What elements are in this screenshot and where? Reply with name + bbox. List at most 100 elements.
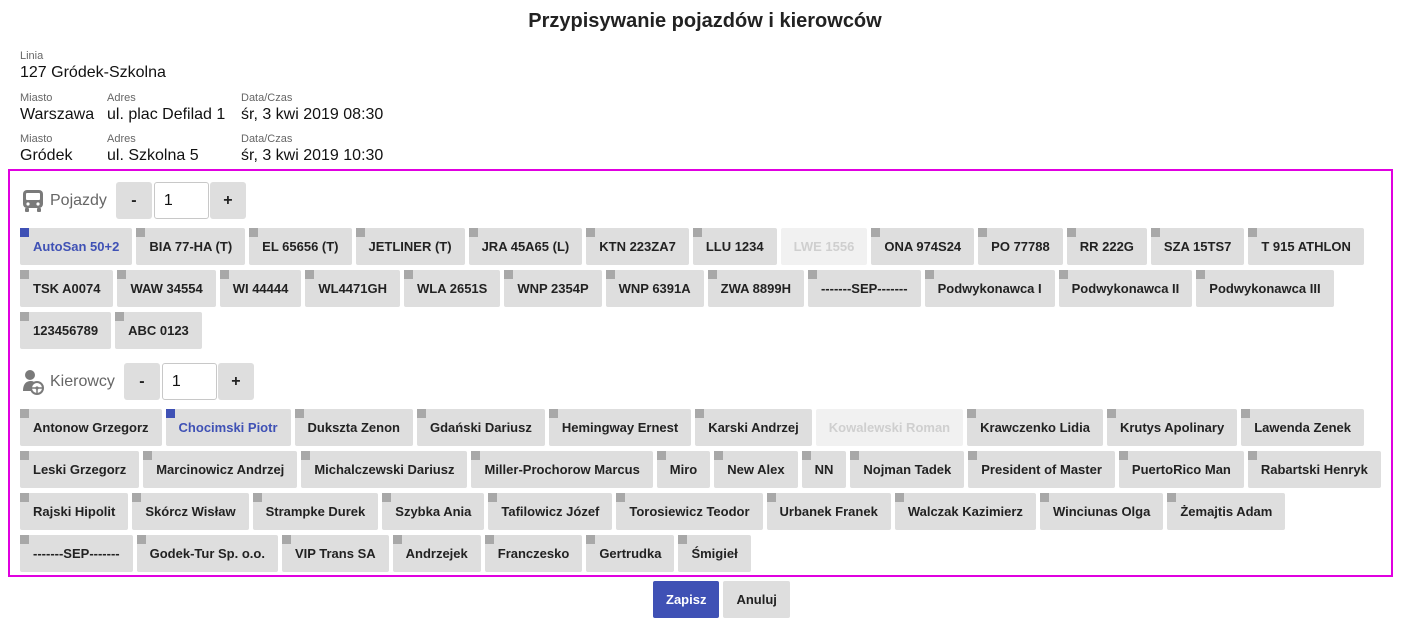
selection-indicator-icon [1058,270,1068,279]
driver-chip[interactable]: -------SEP------- [20,535,133,572]
driver-chip[interactable]: Michalczewski Dariusz [301,451,468,488]
driver-chip[interactable]: Chocimski Piotr [165,409,291,446]
vehicle-chip[interactable]: Podwykonawca III [1196,270,1334,307]
vehicle-chip[interactable]: JRA 45A65 (L) [468,228,583,265]
vehicle-chip[interactable]: EL 65656 (T) [249,228,352,265]
vehicle-chip[interactable]: Podwykonawca I [924,270,1055,307]
driver-chip[interactable]: Winciunas Olga [1039,493,1164,530]
selection-indicator-icon [605,270,615,279]
driver-chip[interactable]: Lawenda Zenek [1241,409,1365,446]
selection-indicator-icon [871,228,881,237]
driver-chip[interactable]: Leski Grzegorz [20,451,140,488]
driver-chip-label: Antonow Grzegorz [33,420,149,435]
vehicle-chip[interactable]: WNP 6391A [605,270,704,307]
driver-chip[interactable]: Karski Andrzej [695,409,812,446]
vehicle-chip[interactable]: SZA 15TS7 [1150,228,1245,265]
driver-chip-label: Michalczewski Dariusz [314,462,455,477]
driver-chip[interactable]: Tafilowicz Józef [488,493,613,530]
save-button[interactable]: Zapisz [653,581,720,618]
vehicle-chip[interactable]: BIA 77-HA (T) [136,228,246,265]
address-label: Adres [107,92,136,104]
datetime-cell: Data/Czas śr, 3 kwi 2019 10:30 [241,133,383,166]
vehicle-chip[interactable]: ABC 0123 [115,312,202,349]
vehicle-chip[interactable]: -------SEP------- [807,270,921,307]
vehicle-chip[interactable]: AutoSan 50+2 [20,228,133,265]
driver-chip[interactable]: Krutys Apolinary [1106,409,1238,446]
vehicle-chip[interactable]: RR 222G [1066,228,1147,265]
driver-chip[interactable]: Miro [656,451,711,488]
vehicle-chip[interactable]: WNP 2354P [504,270,602,307]
driver-chip[interactable]: Dukszta Zenon [294,409,413,446]
driver-chip[interactable]: Antonow Grzegorz [20,409,162,446]
vehicle-chip[interactable]: TSK A0074 [20,270,114,307]
vehicle-chip[interactable]: WAW 34554 [117,270,216,307]
vehicle-chip[interactable]: JETLINER (T) [355,228,465,265]
vehicle-chip[interactable]: T 915 ATHLON [1248,228,1364,265]
driver-chip[interactable]: Torosiewicz Teodor [616,493,763,530]
vehicles-count-input[interactable] [153,182,209,219]
vehicle-chip[interactable]: PO 77788 [978,228,1063,265]
drivers-increment-button[interactable]: + [217,363,254,400]
cancel-button[interactable]: Anuluj [723,581,790,618]
vehicle-chip-label: 123456789 [33,323,99,338]
selection-indicator-icon [488,493,498,502]
driver-chip[interactable]: Rabartski Henryk [1247,451,1381,488]
driver-chip[interactable]: Walczak Kazimierz [894,493,1036,530]
driver-chip[interactable]: Franczesko [484,535,583,572]
driver-chip-label: Dukszta Zenon [307,420,400,435]
driver-chip[interactable]: Szybka Ania [382,493,485,530]
driver-chip[interactable]: Skórcz Wisław [132,493,249,530]
driver-chip: Kowalewski Roman [815,409,964,446]
driver-chip-label: -------SEP------- [33,546,120,561]
vehicle-chip[interactable]: 123456789 [20,312,112,349]
selection-indicator-icon [1150,228,1160,237]
selection-indicator-icon [924,270,934,279]
vehicles-decrement-button[interactable]: - [115,182,152,219]
city-cell: Miasto Warszawa [20,92,94,125]
selection-indicator-icon [807,270,817,279]
driver-chip[interactable]: Nojman Tadek [850,451,965,488]
driver-chip-label: Franczesko [497,546,570,561]
driver-chip-label: Tafilowicz Józef [501,504,600,519]
city-cell: Miasto Gródek [20,133,72,166]
selection-indicator-icon [468,228,478,237]
driver-chip[interactable]: President of Master [968,451,1115,488]
driver-chip[interactable]: New Alex [714,451,798,488]
driver-chip[interactable]: Gdański Dariusz [416,409,545,446]
driver-chip-label: Miro [669,462,698,477]
driver-chip[interactable]: Godek-Tur Sp. o.o. [136,535,278,572]
vehicle-chip-label: PO 77788 [991,239,1050,254]
vehicle-chip[interactable]: KTN 223ZA7 [586,228,689,265]
driver-chip[interactable]: Rajski Hipolit [20,493,129,530]
driver-chip[interactable]: Gertrudka [586,535,675,572]
driver-chip[interactable]: Krawczenko Lidia [967,409,1103,446]
vehicle-chip[interactable]: ONA 974S24 [871,228,975,265]
driver-chip[interactable]: Marcinowicz Andrzej [143,451,298,488]
driver-chip[interactable]: Hemingway Ernest [548,409,692,446]
address-label: Adres [107,133,136,145]
driver-chip[interactable]: PuertoRico Man [1118,451,1244,488]
driver-chip[interactable]: Miller-Prochorow Marcus [471,451,653,488]
vehicle-chip[interactable]: WI 44444 [219,270,302,307]
selection-indicator-icon [586,535,596,544]
driver-chip[interactable]: VIP Trans SA [281,535,389,572]
vehicle-chip[interactable]: LLU 1234 [692,228,777,265]
driver-chip[interactable]: Strampke Durek [252,493,379,530]
selection-indicator-icon [586,228,596,237]
driver-chip[interactable]: Żemajtis Adam [1167,493,1286,530]
line-info: Linia 127 Gródek-Szkolna [20,50,166,83]
vehicle-chip[interactable]: ZWA 8899H [707,270,804,307]
driver-chip[interactable]: Urbanek Franek [766,493,891,530]
driver-chip[interactable]: Śmigieł [678,535,751,572]
vehicle-chip[interactable]: WLA 2651S [404,270,501,307]
vehicle-chip-label: WL4471GH [318,281,387,296]
vehicles-increment-button[interactable]: + [209,182,246,219]
driver-chip[interactable]: NN [801,451,847,488]
vehicle-chip-label: Podwykonawca II [1071,281,1180,296]
vehicle-chip[interactable]: WL4471GH [305,270,400,307]
drivers-count-input[interactable] [161,363,217,400]
vehicle-chip[interactable]: Podwykonawca II [1058,270,1193,307]
drivers-decrement-button[interactable]: - [123,363,160,400]
driver-chip[interactable]: Andrzejek [392,535,481,572]
vehicle-chip-label: AutoSan 50+2 [33,239,120,254]
